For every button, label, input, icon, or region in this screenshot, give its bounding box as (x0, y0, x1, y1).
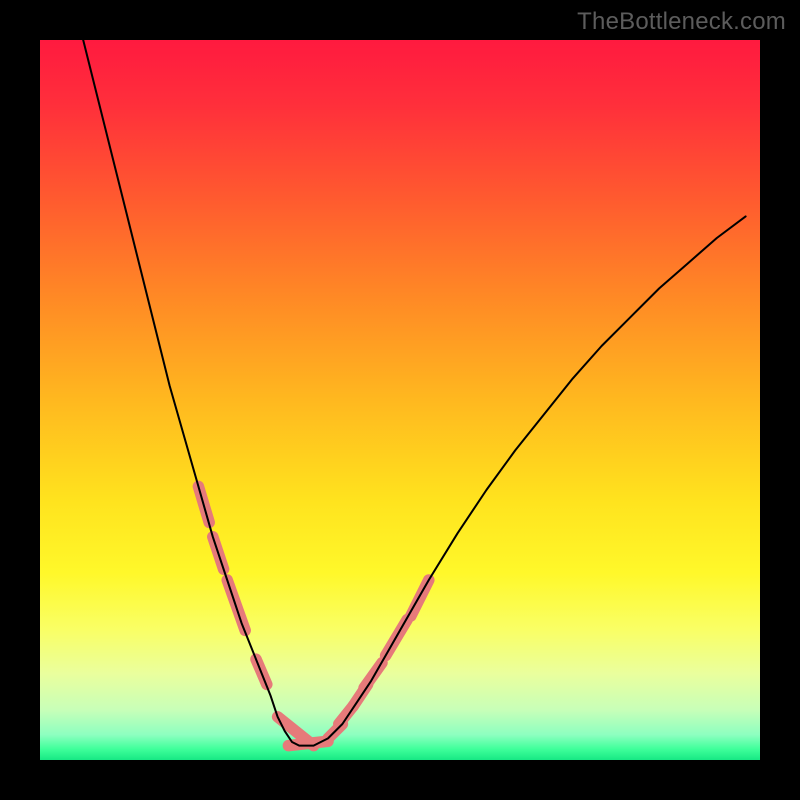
plot-area (40, 40, 760, 760)
bottleneck-curve (83, 40, 745, 746)
watermark-text: TheBottleneck.com (577, 8, 786, 36)
chart-frame: TheBottleneck.com (0, 0, 800, 800)
marker-group (198, 486, 428, 745)
chart-svg (40, 40, 760, 760)
